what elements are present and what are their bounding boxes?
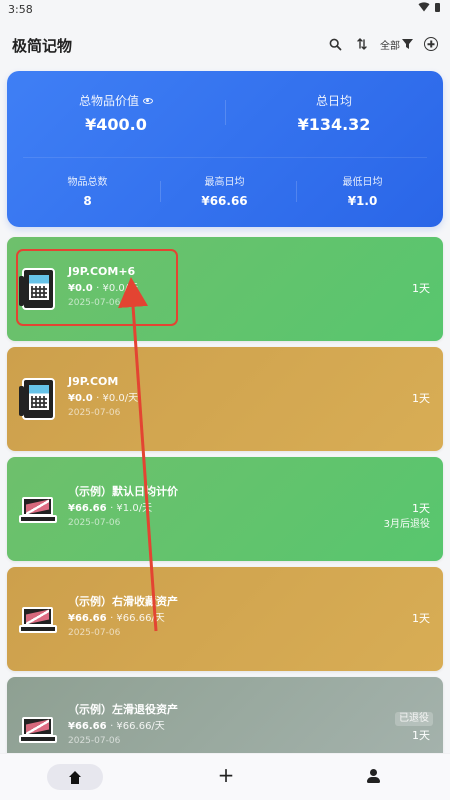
home-icon: [68, 770, 82, 784]
status-bar: 3:58: [0, 0, 450, 20]
daily-total-label: 总日均: [315, 94, 352, 108]
item-card[interactable]: J9P.COM ¥0.0 · ¥0.0/天 2025-07-06 1天: [7, 347, 443, 451]
item-daily-price: · ¥0.0/天: [96, 283, 139, 294]
item-thumbnail: [18, 267, 57, 311]
search-button[interactable]: [326, 34, 344, 54]
item-price-row: ¥66.66 · ¥1.0/天: [68, 502, 308, 515]
item-price-row: ¥66.66 · ¥66.66/天: [68, 720, 308, 733]
daily-total: ¥134.32: [297, 115, 371, 134]
item-thumbnail: [19, 597, 57, 641]
item-date: 2025-07-06: [68, 408, 121, 418]
item-days: 1天: [412, 729, 430, 742]
phone-icon: [18, 378, 55, 420]
app-bar-actions: 全部: [326, 34, 440, 54]
eye-icon[interactable]: [143, 98, 153, 104]
item-date: 2025-07-06: [68, 736, 121, 746]
max-daily: ¥66.66: [201, 194, 248, 208]
home-tab[interactable]: [47, 764, 103, 790]
filter-label: 全部: [380, 40, 400, 52]
add-item-button[interactable]: [422, 34, 440, 54]
item-info: （示例）右滑收藏资产 ¥66.66 · ¥66.66/天 2025-07-06: [68, 594, 308, 639]
laptop-icon: [19, 713, 57, 746]
item-title: （示例）默认日均计价: [68, 485, 178, 498]
item-title: J9P.COM+6: [68, 265, 136, 278]
item-info: J9P.COM+6 ¥0.0 · ¥0.0/天 2025-07-06: [68, 264, 308, 309]
item-days: 1天: [412, 392, 430, 405]
total-value-label-row: 总物品价值: [7, 93, 225, 109]
item-retire-time: 3月后退役: [383, 519, 430, 530]
item-daily-price: · ¥66.66/天: [110, 613, 165, 624]
item-days: 1天: [412, 282, 430, 295]
item-daily-price: · ¥1.0/天: [110, 503, 153, 514]
item-price: ¥66.66: [68, 503, 107, 514]
item-count-label: 物品总数: [67, 177, 108, 188]
item-info: （示例）默认日均计价 ¥66.66 · ¥1.0/天 2025-07-06: [68, 484, 308, 529]
item-card[interactable]: （示例）左滑退役资产 ¥66.66 · ¥66.66/天 2025-07-06 …: [7, 677, 443, 757]
app-screen: 3:58 极简记物 全部 总物品价值 ¥400.0 总日均 ¥134.32 物品…: [0, 0, 450, 800]
item-thumbnail: [19, 487, 57, 531]
item-right-info: 1天: [412, 612, 430, 626]
laptop-icon: [19, 603, 57, 636]
add-tab[interactable]: +: [217, 764, 235, 788]
item-date: 2025-07-06: [68, 628, 121, 638]
item-daily-price: · ¥0.0/天: [96, 393, 139, 404]
item-count-stat: 物品总数 8: [15, 176, 160, 208]
app-bar: 极简记物 全部: [0, 22, 450, 68]
total-value: ¥400.0: [85, 115, 147, 134]
item-price-row: ¥0.0 · ¥0.0/天: [68, 392, 308, 405]
item-days: 1天: [412, 612, 430, 625]
status-time: 3:58: [8, 3, 33, 16]
item-price: ¥0.0: [68, 283, 93, 294]
item-card[interactable]: （示例）默认日均计价 ¥66.66 · ¥1.0/天 2025-07-06 1天…: [7, 457, 443, 561]
item-price-row: ¥66.66 · ¥66.66/天: [68, 612, 308, 625]
sort-button[interactable]: [353, 34, 371, 54]
item-info: （示例）左滑退役资产 ¥66.66 · ¥66.66/天 2025-07-06: [68, 702, 308, 747]
item-right-info: 1天: [412, 282, 430, 296]
item-daily-price: · ¥66.66/天: [110, 721, 165, 732]
total-value-stat: 总物品价值 ¥400.0: [7, 93, 225, 134]
phone-icon: [18, 268, 55, 310]
filter-button[interactable]: 全部: [380, 37, 413, 52]
summary-card: 总物品价值 ¥400.0 总日均 ¥134.32 物品总数 8 最高日均 ¥66…: [7, 71, 443, 227]
min-daily-stat: 最低日均 ¥1.0: [290, 176, 435, 208]
wifi-icon: [418, 2, 430, 12]
item-price: ¥66.66: [68, 721, 107, 732]
item-date: 2025-07-06: [68, 518, 121, 528]
item-right-info: 1天: [412, 729, 430, 743]
sort-icon: [357, 38, 367, 50]
max-daily-label: 最高日均: [204, 177, 245, 188]
retired-badge: 已退役: [395, 712, 433, 726]
item-card[interactable]: J9P.COM+6 ¥0.0 · ¥0.0/天 2025-07-06 1天: [7, 237, 443, 341]
item-count: 8: [83, 194, 92, 208]
item-info: J9P.COM ¥0.0 · ¥0.0/天 2025-07-06: [68, 374, 308, 419]
add-circle-icon: [424, 37, 438, 51]
item-title: （示例）右滑收藏资产: [68, 595, 178, 608]
item-thumbnail: [19, 707, 57, 751]
filter-icon: [402, 38, 413, 49]
battery-icon: [435, 2, 440, 12]
item-price: ¥66.66: [68, 613, 107, 624]
bottom-navigation: +: [0, 753, 450, 800]
item-thumbnail: [18, 377, 57, 421]
search-icon: [329, 38, 341, 50]
total-value-label: 总物品价值: [78, 94, 139, 108]
item-right-info: 1天: [412, 392, 430, 406]
min-daily-label: 最低日均: [342, 177, 383, 188]
status-icons: [418, 2, 440, 12]
user-icon[interactable]: [366, 769, 381, 785]
item-right-info: 1天 3月后退役: [384, 502, 430, 531]
item-card[interactable]: （示例）右滑收藏资产 ¥66.66 · ¥66.66/天 2025-07-06 …: [7, 567, 443, 671]
item-days: 1天: [412, 502, 430, 515]
item-date: 2025-07-06: [68, 298, 121, 308]
item-price: ¥0.0: [68, 393, 93, 404]
laptop-icon: [19, 493, 57, 526]
summary-horizontal-divider: [23, 157, 427, 158]
item-title: （示例）左滑退役资产: [68, 703, 178, 716]
daily-total-stat: 总日均 ¥134.32: [225, 93, 443, 134]
item-price-row: ¥0.0 · ¥0.0/天: [68, 282, 308, 295]
min-daily: ¥1.0: [347, 194, 378, 208]
app-title: 极简记物: [12, 37, 73, 55]
max-daily-stat: 最高日均 ¥66.66: [152, 176, 297, 208]
item-title: J9P.COM: [68, 375, 119, 388]
